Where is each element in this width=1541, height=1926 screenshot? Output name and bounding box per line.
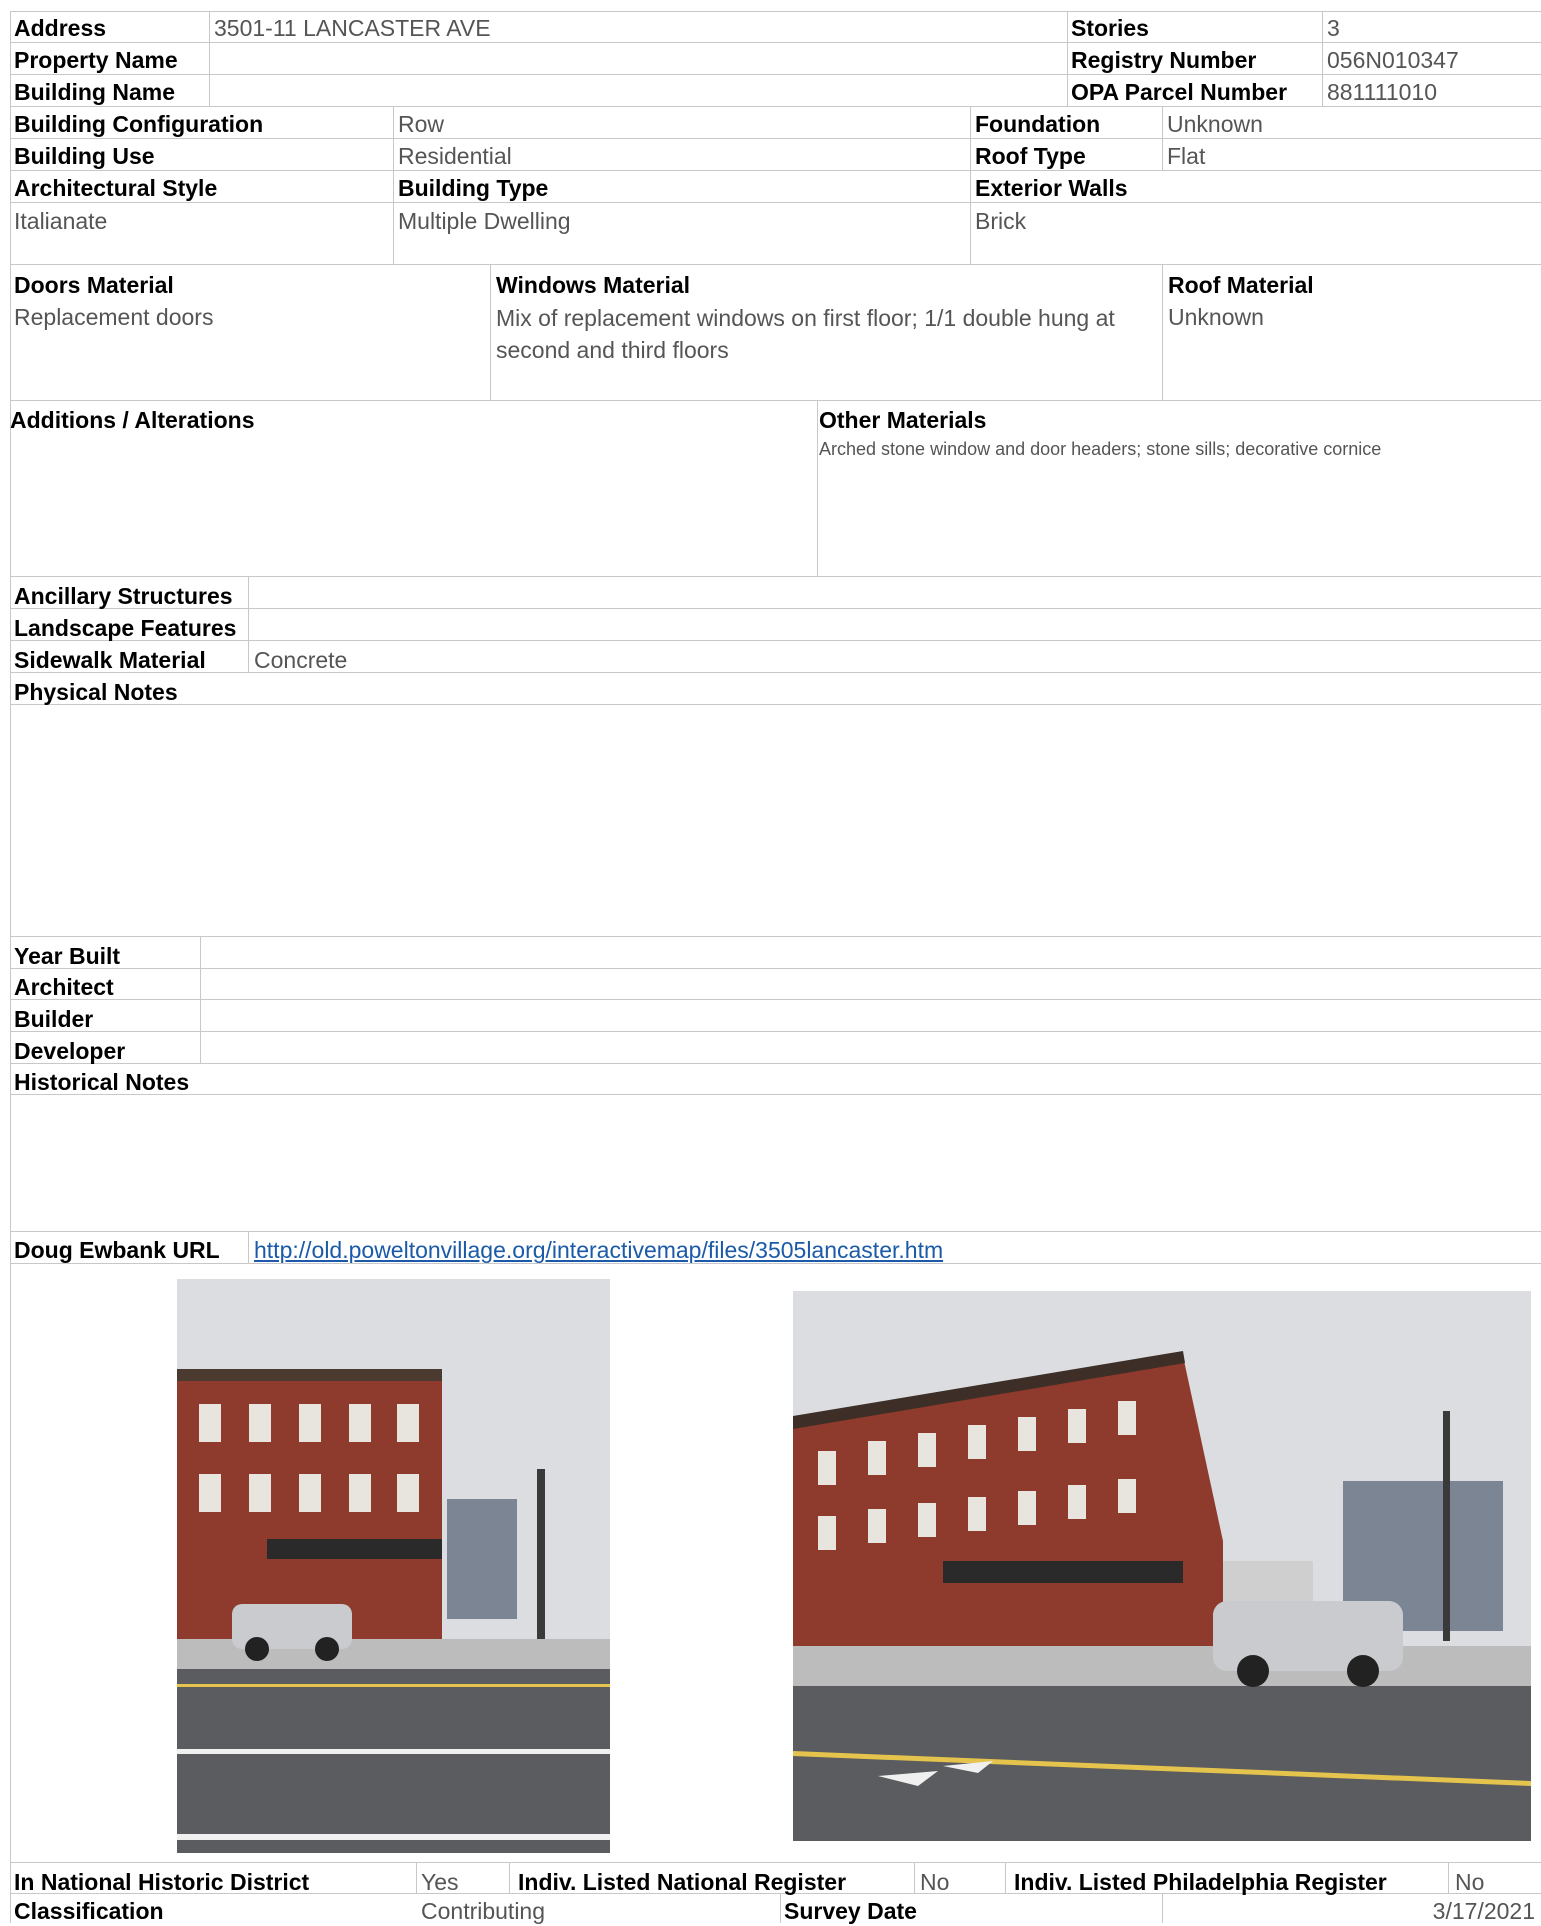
grid-line — [1005, 1862, 1006, 1893]
other-materials-value: Arched stone window and door headers; st… — [819, 439, 1382, 459]
doors-material-value: Replacement doors — [14, 304, 214, 330]
grid-line — [10, 74, 1541, 75]
grid-line — [509, 1862, 510, 1893]
building-configuration-value: Row — [398, 111, 445, 137]
grid-line — [10, 968, 1541, 969]
national-historic-district-value: Yes — [421, 1869, 459, 1895]
roof-material-value: Unknown — [1168, 304, 1264, 330]
building-name-label: Building Name — [14, 79, 176, 105]
grid-line — [10, 1862, 1541, 1863]
sidewalk-material-label: Sidewalk Material — [14, 647, 206, 673]
philadelphia-register-value: No — [1455, 1869, 1485, 1895]
grid-line — [10, 1063, 1541, 1064]
opa-parcel-label: OPA Parcel Number — [1071, 79, 1288, 105]
grid-line — [10, 264, 1541, 265]
address-label: Address — [14, 15, 107, 41]
building-type-label: Building Type — [398, 175, 549, 201]
grid-line — [817, 400, 818, 576]
exterior-walls-label: Exterior Walls — [975, 175, 1128, 201]
ancillary-structures-label: Ancillary Structures — [14, 583, 233, 609]
grid-line — [10, 999, 1541, 1000]
address-value: 3501-11 LANCASTER AVE — [214, 15, 491, 41]
doors-material-label: Doors Material — [14, 272, 174, 298]
architectural-style-value: Italianate — [14, 208, 108, 234]
classification-label: Classification — [14, 1898, 164, 1924]
grid-line — [10, 576, 1541, 577]
foundation-label: Foundation — [975, 111, 1101, 137]
building-type-value: Multiple Dwelling — [398, 208, 571, 234]
building-photo-front — [177, 1279, 610, 1853]
grid-line — [248, 576, 249, 672]
roof-type-label: Roof Type — [975, 143, 1086, 169]
survey-date-value: 3/17/2021 — [1432, 1898, 1535, 1924]
windows-material-value: Mix of replacement windows on first floo… — [496, 305, 1115, 363]
grid-line — [10, 1094, 1541, 1095]
philadelphia-register-label: Indiv. Listed Philadelphia Register — [1014, 1869, 1387, 1895]
year-built-label: Year Built — [14, 943, 121, 969]
grid-line — [490, 264, 491, 400]
developer-label: Developer — [14, 1038, 126, 1064]
building-use-label: Building Use — [14, 143, 155, 169]
grid-line — [1162, 106, 1163, 170]
exterior-walls-value: Brick — [975, 208, 1027, 234]
grid-line — [10, 11, 1541, 12]
national-historic-district-label: In National Historic District — [14, 1869, 310, 1895]
grid-line — [1162, 1893, 1163, 1923]
grid-line — [1067, 11, 1068, 106]
grid-line — [10, 672, 1541, 673]
additions-alterations-label: Additions / Alterations — [10, 407, 255, 433]
doug-ewbank-url-label: Doug Ewbank URL — [14, 1237, 220, 1263]
grid-line — [1448, 1862, 1449, 1893]
doug-ewbank-url-link[interactable]: http://old.poweltonvillage.org/interacti… — [254, 1235, 943, 1265]
foundation-value: Unknown — [1167, 111, 1263, 137]
roof-material-label: Roof Material — [1168, 272, 1314, 298]
grid-line — [10, 1231, 1541, 1232]
grid-line — [248, 1231, 249, 1263]
grid-line — [10, 704, 1541, 705]
grid-line — [970, 106, 971, 264]
grid-line — [200, 936, 201, 1063]
stories-label: Stories — [1071, 15, 1149, 41]
grid-line — [10, 400, 1541, 401]
grid-line — [1162, 264, 1163, 400]
grid-line — [1322, 11, 1323, 106]
property-name-label: Property Name — [14, 47, 178, 73]
builder-label: Builder — [14, 1006, 94, 1032]
windows-material-label: Windows Material — [496, 272, 691, 298]
grid-line — [10, 202, 1541, 203]
physical-notes-label: Physical Notes — [14, 679, 178, 705]
building-configuration-label: Building Configuration — [14, 111, 264, 137]
survey-date-label: Survey Date — [784, 1898, 917, 1924]
registry-number-label: Registry Number — [1071, 47, 1257, 73]
grid-line — [10, 608, 1541, 609]
grid-line — [209, 11, 210, 106]
grid-line — [416, 1862, 417, 1893]
registry-number-value: 056N010347 — [1327, 47, 1459, 73]
historical-notes-label: Historical Notes — [14, 1069, 190, 1095]
stories-value: 3 — [1327, 15, 1340, 41]
sidewalk-material-value: Concrete — [254, 647, 348, 673]
landscape-features-label: Landscape Features — [14, 615, 237, 641]
survey-form: Address 3501-11 LANCASTER AVE Stories 3 … — [0, 0, 1541, 1924]
architect-label: Architect — [14, 974, 114, 1000]
grid-line — [914, 1862, 915, 1893]
grid-line — [10, 936, 1541, 937]
grid-line — [780, 1893, 781, 1923]
opa-parcel-value: 881111010 — [1327, 79, 1438, 105]
grid-line — [10, 1031, 1541, 1032]
grid-line — [10, 11, 11, 1923]
national-register-value: No — [920, 1869, 950, 1895]
building-use-value: Residential — [398, 143, 512, 169]
grid-line — [10, 640, 1541, 641]
grid-line — [10, 170, 1541, 171]
other-materials-label: Other Materials — [819, 407, 987, 433]
national-register-label: Indiv. Listed National Register — [518, 1869, 847, 1895]
classification-value: Contributing — [421, 1898, 546, 1924]
roof-type-value: Flat — [1167, 143, 1206, 169]
architectural-style-label: Architectural Style — [14, 175, 218, 201]
grid-line — [393, 106, 394, 264]
grid-line — [10, 106, 1541, 107]
building-photo-angle — [793, 1291, 1531, 1841]
